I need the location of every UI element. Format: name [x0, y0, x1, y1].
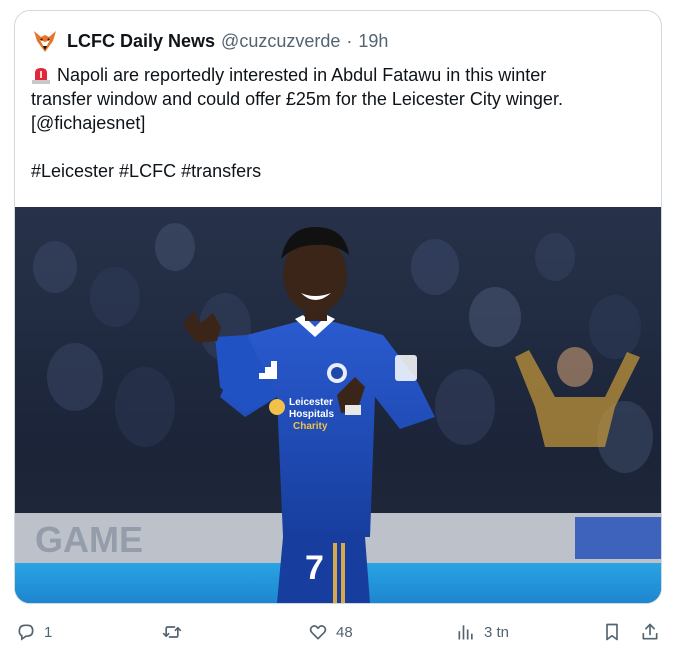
share-button[interactable]: [640, 620, 660, 644]
tweet-media-photo[interactable]: GAME Leicester Hospitals Charity 7: [15, 207, 661, 603]
view-count: 3 tn: [484, 623, 510, 641]
display-name[interactable]: LCFC Daily News: [67, 31, 215, 52]
reply-count: 1: [44, 623, 53, 641]
siren-icon: [32, 68, 50, 84]
text-line-1: Napoli are reportedly interested in Abdu…: [57, 65, 547, 85]
views-icon: [458, 625, 473, 640]
separator-dot: ·: [346, 30, 353, 51]
shirt-number: 7: [305, 549, 324, 587]
hashtags[interactable]: #Leicester #LCFC #transfers: [31, 159, 647, 183]
repost-icon: [162, 626, 182, 638]
tweet-header: LCFC Daily News @cuzcuzverde · 19h: [31, 27, 388, 55]
tweet-text: Napoli are reportedly interested in Abdu…: [31, 63, 647, 183]
like-button[interactable]: 48: [308, 620, 353, 644]
tweet-card[interactable]: LCFC Daily News @cuzcuzverde · 19h Napol…: [14, 10, 662, 604]
repost-button[interactable]: [162, 620, 182, 644]
reply-button[interactable]: 1: [16, 620, 52, 644]
text-line-2: transfer window and could offer £25m for…: [31, 89, 563, 109]
share-icon: [642, 623, 658, 640]
like-count: 48: [336, 623, 353, 641]
heart-icon: [309, 625, 327, 640]
fox-logo-icon[interactable]: [31, 27, 59, 55]
bookmark-button[interactable]: [602, 620, 622, 644]
reply-icon: [18, 624, 34, 641]
sponsor-line-2: Hospitals: [289, 409, 334, 420]
timestamp[interactable]: 19h: [358, 31, 388, 52]
bookmark-icon: [606, 623, 618, 641]
views-button[interactable]: 3 tn: [456, 620, 509, 644]
board-text: GAME: [35, 519, 143, 560]
user-handle[interactable]: @cuzcuzverde: [221, 31, 340, 52]
text-line-3[interactable]: [@fichajesnet]: [31, 111, 647, 135]
sponsor-line-1: Leicester: [289, 397, 333, 408]
sponsor-line-3: Charity: [293, 421, 328, 432]
tweet-actions: 1 48 3 tn: [0, 612, 676, 652]
